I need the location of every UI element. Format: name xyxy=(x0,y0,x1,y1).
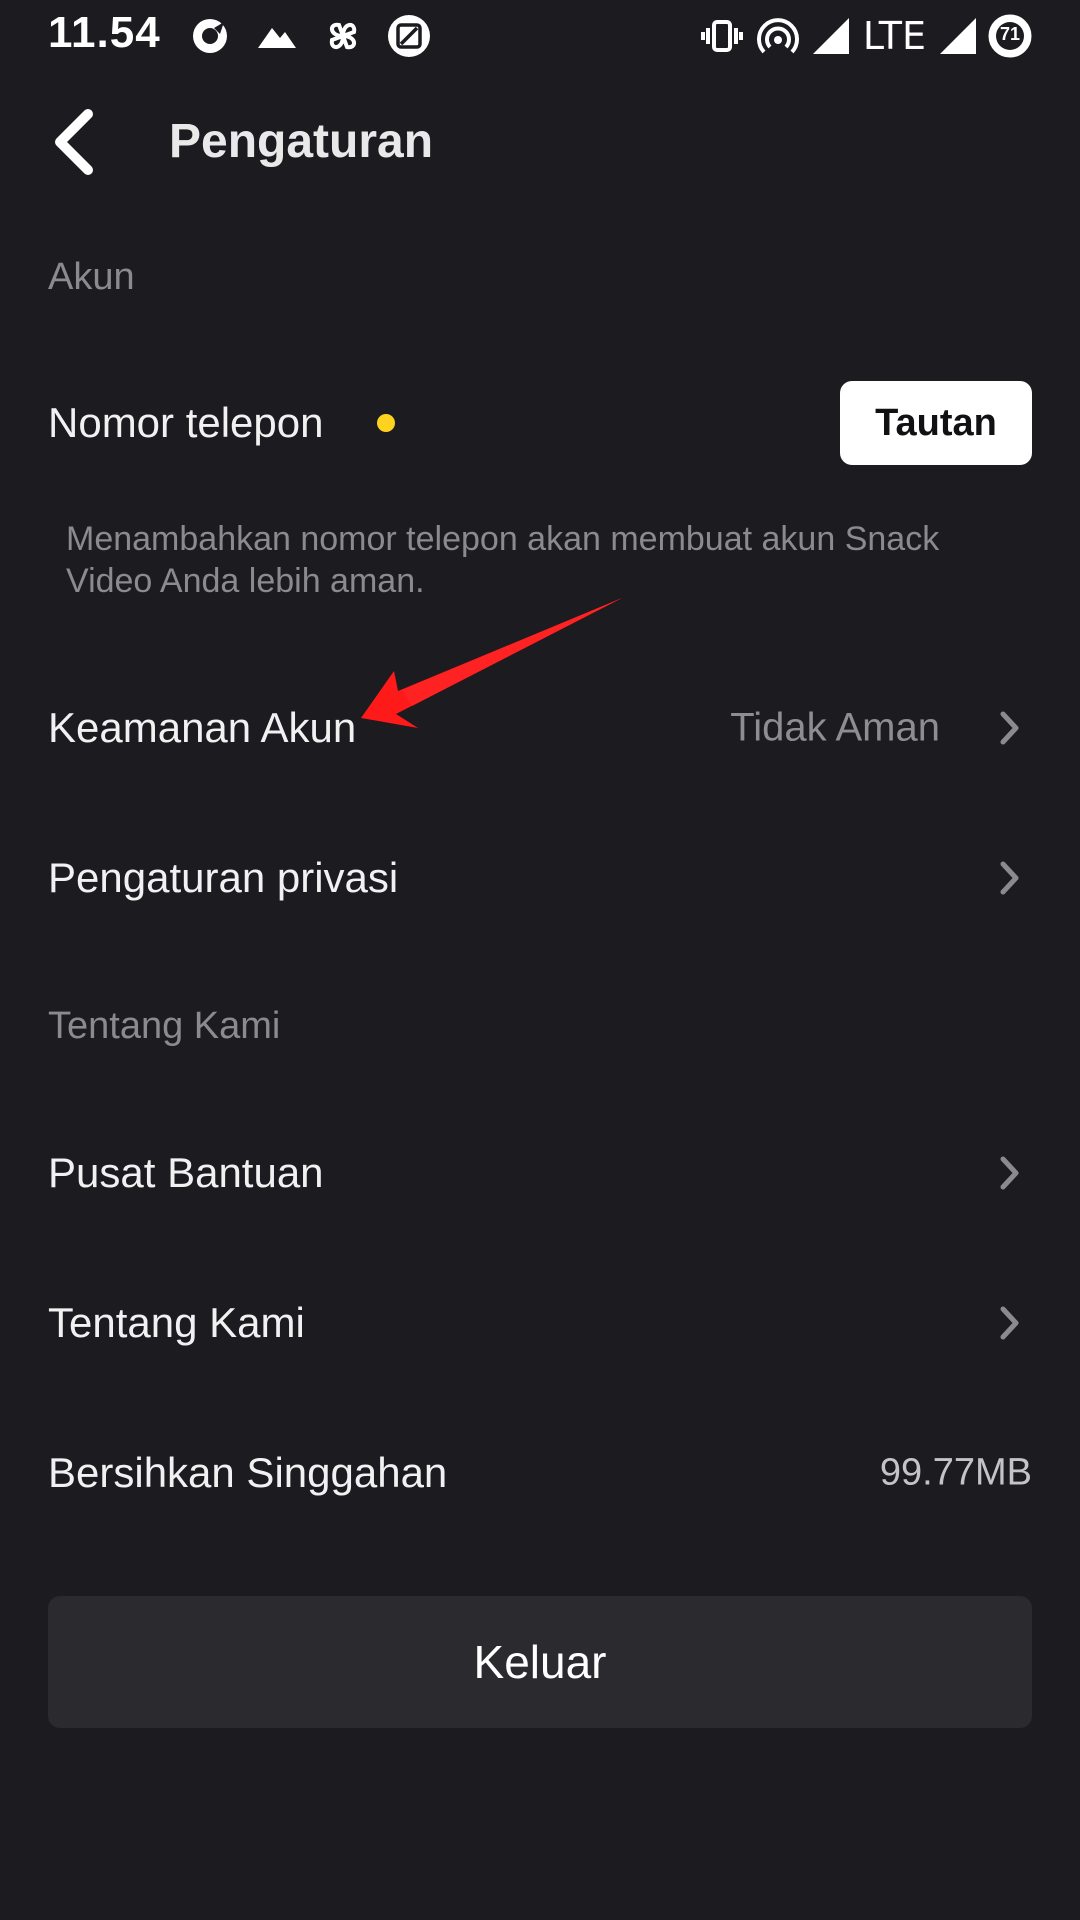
notification-dot xyxy=(377,414,395,432)
logout-button[interactable]: Keluar xyxy=(48,1596,1032,1728)
hotspot-icon xyxy=(755,14,801,58)
mountain-icon xyxy=(254,14,300,58)
app-notification-icon xyxy=(188,14,234,58)
chevron-right-icon xyxy=(1000,1156,1019,1190)
chevron-right-icon xyxy=(1000,711,1019,745)
phone-number-row: Nomor telepon Tautan xyxy=(0,368,1080,478)
about-us-row[interactable]: Tentang Kami xyxy=(0,1268,1080,1378)
phone-hint-text: Menambahkan nomor telepon akan membuat a… xyxy=(66,520,940,600)
signal-icon xyxy=(811,16,851,56)
privacy-settings-row[interactable]: Pengaturan privasi xyxy=(0,823,1080,933)
battery-icon: 71 xyxy=(988,14,1032,58)
section-label-account: Akun xyxy=(48,256,135,298)
help-center-label: Pusat Bantuan xyxy=(48,1149,324,1196)
status-bar: 11.54 LTE 71 xyxy=(0,0,1080,72)
back-arrow-icon xyxy=(55,109,93,175)
status-left-icons xyxy=(188,14,432,58)
clear-cache-label: Bersihkan Singgahan xyxy=(48,1449,448,1496)
account-security-row[interactable]: Keamanan Akun Tidak Aman xyxy=(0,673,1080,783)
network-type: LTE xyxy=(862,14,926,58)
screenshot-icon xyxy=(386,14,432,58)
pinwheel-icon xyxy=(320,14,366,58)
app-header: Pengaturan xyxy=(0,96,1080,188)
chevron-right-icon xyxy=(1000,1306,1019,1340)
status-right-icons: LTE 71 xyxy=(699,14,1032,58)
account-security-status: Tidak Aman xyxy=(730,705,940,750)
status-time: 11.54 xyxy=(48,8,161,57)
privacy-settings-label: Pengaturan privasi xyxy=(48,854,399,901)
about-us-label: Tentang Kami xyxy=(48,1299,305,1346)
phone-number-label: Nomor telepon xyxy=(48,399,324,446)
section-label-about: Tentang Kami xyxy=(48,1005,281,1047)
battery-level: 71 xyxy=(999,24,1021,44)
cache-size: 99.77MB xyxy=(879,1451,1032,1494)
clear-cache-row[interactable]: Bersihkan Singgahan 99.77MB xyxy=(0,1418,1080,1528)
signal-icon xyxy=(938,16,978,56)
vibrate-icon xyxy=(699,14,745,58)
link-phone-button[interactable]: Tautan xyxy=(840,381,1032,465)
help-center-row[interactable]: Pusat Bantuan xyxy=(0,1118,1080,1228)
chevron-right-icon xyxy=(1000,861,1019,895)
account-security-label: Keamanan Akun xyxy=(48,704,357,751)
page-title: Pengaturan xyxy=(169,115,434,168)
back-button[interactable] xyxy=(44,104,108,180)
